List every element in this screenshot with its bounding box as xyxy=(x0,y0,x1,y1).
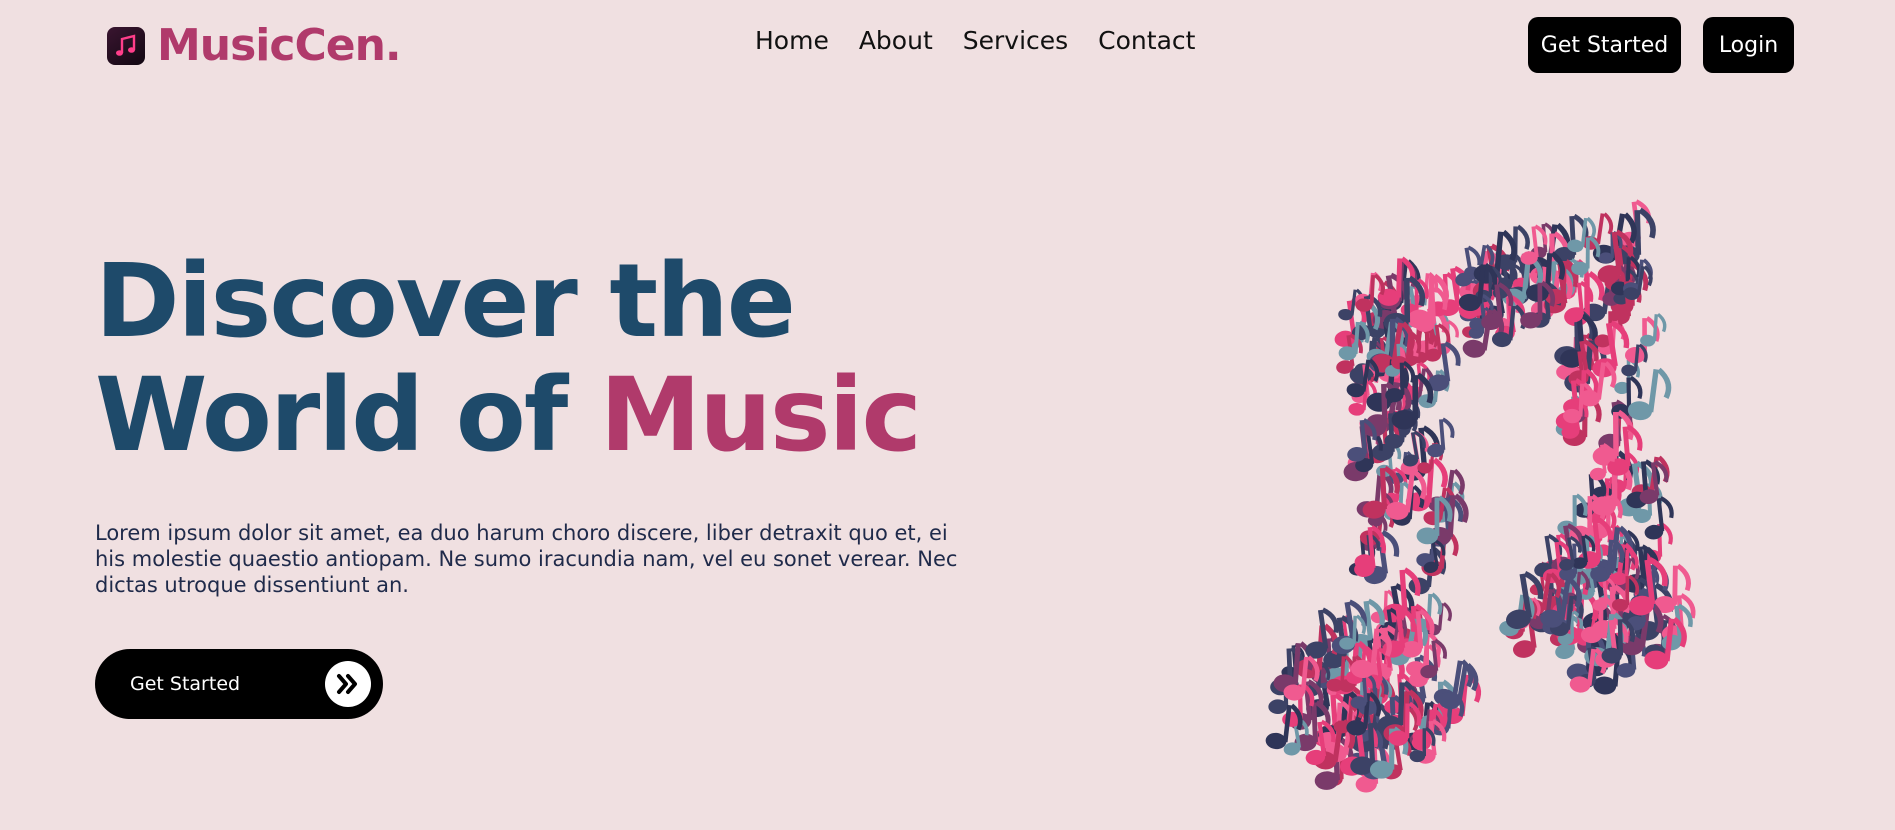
mini-note-decoration xyxy=(1427,417,1455,458)
music-note-illustration xyxy=(1265,170,1735,810)
headline-line-1: Discover the xyxy=(95,242,796,361)
hero-headline: Discover the World of Music xyxy=(95,242,922,475)
get-started-button[interactable]: Get Started xyxy=(1528,17,1681,73)
nav-links: Home About Services Contact xyxy=(755,26,1195,55)
headline-line-2-prefix: World of xyxy=(95,356,568,475)
nav-link-home[interactable]: Home xyxy=(755,26,829,55)
nav-link-about[interactable]: About xyxy=(859,26,933,55)
cta-label: Get Started xyxy=(130,673,241,695)
login-button[interactable]: Login xyxy=(1703,17,1794,73)
brand-name: MusicCen. xyxy=(157,20,402,71)
headline-accent: Music xyxy=(599,356,922,475)
top-navbar: MusicCen. Home About Services Contact Ge… xyxy=(0,0,1895,90)
music-note-icon xyxy=(107,26,145,65)
landing-page: MusicCen. Home About Services Contact Ge… xyxy=(0,0,1895,830)
nav-link-contact[interactable]: Contact xyxy=(1098,26,1195,55)
double-chevron-right-icon xyxy=(325,661,371,707)
brand-logo[interactable]: MusicCen. xyxy=(107,20,402,71)
hero-get-started-button[interactable]: Get Started xyxy=(95,649,383,719)
nav-link-services[interactable]: Services xyxy=(963,26,1068,55)
hero-description: Lorem ipsum dolor sit amet, ea duo harum… xyxy=(95,521,958,597)
